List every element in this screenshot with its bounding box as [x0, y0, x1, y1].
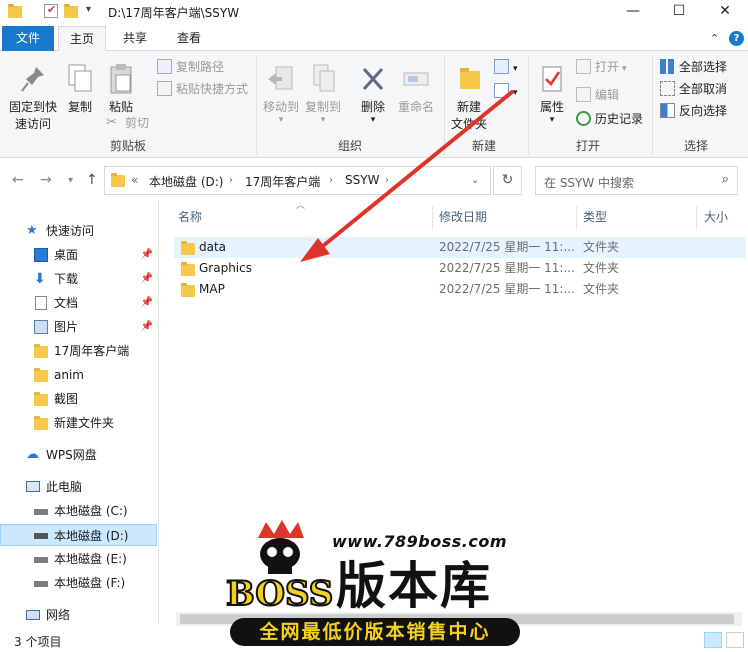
item-count: 3 个项目	[14, 635, 62, 649]
details-view-button[interactable]	[704, 632, 722, 648]
skull-crown-logo	[258, 520, 304, 574]
watermark-title: 版本库	[336, 557, 492, 615]
watermark-banner: 全网最低价版本销售中心	[230, 618, 520, 646]
watermark: www.789boss.com BOSS 版本库 全网最低价版本销售中心	[222, 518, 532, 648]
large-icons-view-button[interactable]	[726, 632, 744, 648]
watermark-brand: BOSS	[225, 573, 334, 615]
